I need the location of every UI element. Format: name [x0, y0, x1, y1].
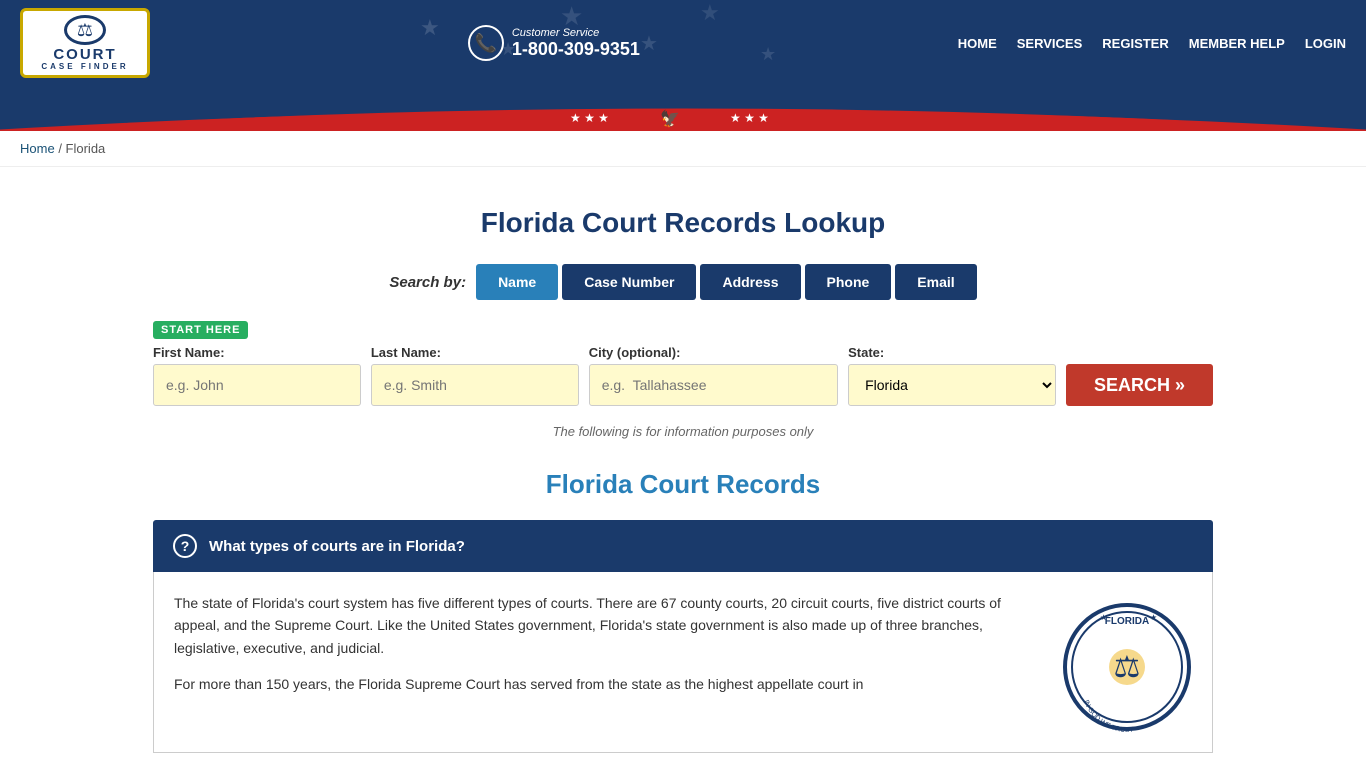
- svg-text:★: ★: [640, 33, 658, 55]
- search-by-label: Search by:: [389, 274, 466, 291]
- nav-login[interactable]: LOGIN: [1305, 36, 1346, 51]
- logo-box[interactable]: ⚖ COURT CASE FINDER: [20, 8, 150, 78]
- breadcrumb-separator: /: [58, 141, 65, 156]
- svg-text:🦅: 🦅: [660, 109, 680, 128]
- banner-decoration: ★ ★ ★ ★ ★ ★ 🦅: [0, 86, 1366, 131]
- svg-text:★: ★: [760, 44, 776, 64]
- search-form-row: First Name: Last Name: City (optional): …: [153, 345, 1213, 406]
- search-button[interactable]: SEARCH »: [1066, 364, 1213, 406]
- accordion-p2: For more than 150 years, the Florida Sup…: [174, 673, 1042, 695]
- nav-register[interactable]: REGISTER: [1102, 36, 1168, 51]
- question-icon: ?: [173, 534, 197, 558]
- florida-seal: FLORIDA ★ ★ ⚖ IN GOD WE TRUST: [1062, 602, 1192, 732]
- first-name-group: First Name:: [153, 345, 361, 406]
- disclaimer: The following is for information purpose…: [153, 424, 1213, 439]
- accordion-p1: The state of Florida's court system has …: [174, 592, 1042, 659]
- accordion: ? What types of courts are in Florida? T…: [153, 520, 1213, 753]
- first-name-label: First Name:: [153, 345, 361, 360]
- breadcrumb-home[interactable]: Home: [20, 141, 55, 156]
- svg-text:★: ★: [700, 0, 720, 25]
- svg-text:★: ★: [420, 15, 440, 40]
- logo-sub-text: CASE FINDER: [41, 62, 128, 71]
- tab-email[interactable]: Email: [895, 264, 976, 300]
- state-group: State: AlabamaAlaskaArizonaArkansas Cali…: [848, 345, 1056, 406]
- breadcrumb-current: Florida: [66, 141, 106, 156]
- cs-label: Customer Service: [512, 27, 640, 39]
- svg-text:★ ★ ★: ★ ★ ★: [570, 111, 609, 125]
- main-nav: HOME SERVICES REGISTER MEMBER HELP LOGIN: [958, 36, 1346, 51]
- site-header: ★ ★ ★ ★ ★ ★ ⚖ COURT CASE FINDER 📞 Custom…: [0, 0, 1366, 86]
- search-by-row: Search by: Name Case Number Address Phon…: [153, 264, 1213, 300]
- svg-text:FLORIDA: FLORIDA: [1105, 616, 1149, 627]
- page-title: Florida Court Records Lookup: [153, 207, 1213, 239]
- nav-services[interactable]: SERVICES: [1017, 36, 1083, 51]
- search-form-container: START HERE First Name: Last Name: City (…: [153, 320, 1213, 406]
- svg-text:⚖: ⚖: [1114, 651, 1141, 684]
- last-name-label: Last Name:: [371, 345, 579, 360]
- last-name-input[interactable]: [371, 364, 579, 406]
- breadcrumb: Home / Florida: [0, 131, 1366, 167]
- cs-phone: 1-800-309-9351: [512, 39, 640, 60]
- logo-court-text: COURT: [53, 47, 116, 62]
- accordion-text: The state of Florida's court system has …: [174, 592, 1042, 710]
- section-title: Florida Court Records: [153, 469, 1213, 500]
- main-content: Florida Court Records Lookup Search by: …: [133, 167, 1233, 773]
- phone-icon: 📞: [468, 25, 504, 61]
- nav-home[interactable]: HOME: [958, 36, 997, 51]
- svg-text:IN GOD WE TRUST: IN GOD WE TRUST: [1082, 699, 1134, 732]
- first-name-input[interactable]: [153, 364, 361, 406]
- tab-phone[interactable]: Phone: [805, 264, 892, 300]
- cs-text: Customer Service 1-800-309-9351: [512, 27, 640, 60]
- city-label: City (optional):: [589, 345, 838, 360]
- nav-member-help[interactable]: MEMBER HELP: [1189, 36, 1285, 51]
- svg-text:★ ★ ★: ★ ★ ★: [730, 111, 769, 125]
- accordion-header[interactable]: ? What types of courts are in Florida?: [153, 520, 1213, 572]
- last-name-group: Last Name:: [371, 345, 579, 406]
- city-input[interactable]: [589, 364, 838, 406]
- customer-service: 📞 Customer Service 1-800-309-9351: [468, 25, 640, 61]
- svg-text:★: ★: [1150, 613, 1157, 622]
- accordion-title: What types of courts are in Florida?: [209, 538, 465, 555]
- svg-text:★: ★: [1100, 613, 1107, 622]
- tab-case-number[interactable]: Case Number: [562, 264, 696, 300]
- accordion-body: The state of Florida's court system has …: [153, 572, 1213, 753]
- logo-area: ⚖ COURT CASE FINDER: [20, 8, 150, 78]
- state-select[interactable]: AlabamaAlaskaArizonaArkansas CaliforniaC…: [848, 364, 1056, 406]
- search-tabs: Name Case Number Address Phone Email: [476, 264, 977, 300]
- logo-icon: ⚖: [64, 15, 106, 45]
- tab-name[interactable]: Name: [476, 264, 558, 300]
- state-label: State:: [848, 345, 1056, 360]
- city-group: City (optional):: [589, 345, 838, 406]
- tab-address[interactable]: Address: [700, 264, 800, 300]
- start-here-badge: START HERE: [153, 321, 248, 339]
